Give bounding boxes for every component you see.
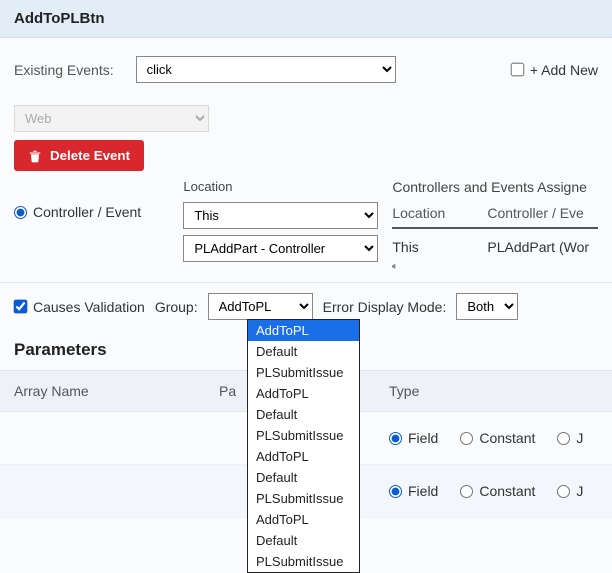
assigned-row-controller: PLAddPart (Wor bbox=[487, 239, 589, 255]
causes-validation-checkbox[interactable] bbox=[14, 300, 28, 314]
validation-row: Causes Validation Group: AddToPL Error D… bbox=[0, 282, 612, 326]
type-option-constant[interactable]: Constant bbox=[460, 483, 535, 499]
assigned-title: Controllers and Events Assigne bbox=[392, 179, 598, 195]
event-panel: Web Delete Event Controller / Event Loca… bbox=[0, 105, 612, 282]
type-radio-constant[interactable] bbox=[460, 485, 473, 498]
controller-event-radio-label: Controller / Event bbox=[33, 204, 141, 220]
type-option-field[interactable]: Field bbox=[389, 483, 438, 499]
collapse-icon[interactable]: ◂ bbox=[392, 261, 598, 272]
col-array-name: Array Name bbox=[14, 383, 219, 399]
group-option[interactable]: Default bbox=[248, 530, 359, 551]
type-label: J bbox=[576, 483, 583, 499]
group-option[interactable]: AddToPL bbox=[248, 320, 359, 341]
error-mode-select[interactable]: Both bbox=[456, 293, 518, 320]
controller-select[interactable]: PLAddPart - Controller bbox=[183, 235, 378, 262]
type-radio-trailing[interactable] bbox=[557, 432, 570, 445]
assigned-header: Location Controller / Eve bbox=[392, 205, 598, 229]
assigned-col-location: Location bbox=[392, 205, 487, 221]
type-option-constant[interactable]: Constant bbox=[460, 430, 535, 446]
causes-validation[interactable]: Causes Validation bbox=[14, 299, 145, 315]
location-label: Location bbox=[183, 179, 378, 194]
type-label: J bbox=[576, 430, 583, 446]
col-type: Type bbox=[389, 383, 598, 399]
group-option[interactable]: PLSubmitIssue bbox=[248, 425, 359, 446]
type-label: Constant bbox=[479, 430, 535, 446]
causes-validation-label: Causes Validation bbox=[33, 299, 145, 315]
param-type-options: Field Constant J bbox=[389, 430, 583, 446]
type-radio-trailing[interactable] bbox=[557, 485, 570, 498]
location-block: Location This PLAddPart - Controller bbox=[183, 179, 378, 262]
page-title: AddToPLBtn bbox=[0, 0, 612, 38]
group-option[interactable]: Default bbox=[248, 404, 359, 425]
controller-event-radio-input[interactable] bbox=[14, 206, 27, 219]
assigned-panel: Controllers and Events Assigne Location … bbox=[392, 179, 598, 272]
type-option-trailing[interactable]: J bbox=[557, 483, 583, 499]
scope-select[interactable]: Web bbox=[14, 105, 209, 132]
location-select[interactable]: This bbox=[183, 202, 378, 229]
error-mode-label: Error Display Mode: bbox=[323, 299, 447, 315]
add-new-checkbox[interactable] bbox=[511, 63, 525, 77]
group-option[interactable]: PLSubmitIssue bbox=[248, 362, 359, 383]
group-option[interactable]: AddToPL bbox=[248, 509, 359, 530]
group-select[interactable]: AddToPL bbox=[208, 293, 313, 320]
trash-icon bbox=[28, 149, 42, 163]
existing-events-row: Existing Events: click + Add New bbox=[0, 38, 612, 97]
delete-event-label: Delete Event bbox=[50, 148, 130, 163]
type-radio-field[interactable] bbox=[389, 485, 402, 498]
type-option-field[interactable]: Field bbox=[389, 430, 438, 446]
param-type-options: Field Constant J bbox=[389, 483, 583, 499]
type-label: Field bbox=[408, 483, 438, 499]
existing-events-select[interactable]: click bbox=[136, 56, 396, 83]
type-radio-constant[interactable] bbox=[460, 432, 473, 445]
assigned-row-location: This bbox=[392, 239, 487, 255]
group-option[interactable]: Default bbox=[248, 341, 359, 362]
existing-events-label: Existing Events: bbox=[14, 62, 114, 78]
group-dropdown-open[interactable]: AddToPLDefaultPLSubmitIssueAddToPLDefaul… bbox=[247, 319, 360, 573]
type-label: Field bbox=[408, 430, 438, 446]
group-option[interactable]: PLSubmitIssue bbox=[248, 488, 359, 509]
assigned-row: This PLAddPart (Wor bbox=[392, 229, 598, 257]
type-option-trailing[interactable]: J bbox=[557, 430, 583, 446]
group-option[interactable]: PLSubmitIssue bbox=[248, 551, 359, 572]
controller-event-radio[interactable]: Controller / Event bbox=[14, 204, 141, 220]
group-option[interactable]: Default bbox=[248, 467, 359, 488]
group-option[interactable]: AddToPL bbox=[248, 446, 359, 467]
type-radio-field[interactable] bbox=[389, 432, 402, 445]
add-new-event[interactable]: + Add New bbox=[511, 62, 598, 78]
group-label: Group: bbox=[155, 299, 198, 315]
delete-event-button[interactable]: Delete Event bbox=[14, 140, 144, 171]
add-new-label: + Add New bbox=[530, 62, 598, 78]
assigned-col-controller: Controller / Eve bbox=[487, 205, 583, 221]
group-option[interactable]: AddToPL bbox=[248, 383, 359, 404]
type-label: Constant bbox=[479, 483, 535, 499]
